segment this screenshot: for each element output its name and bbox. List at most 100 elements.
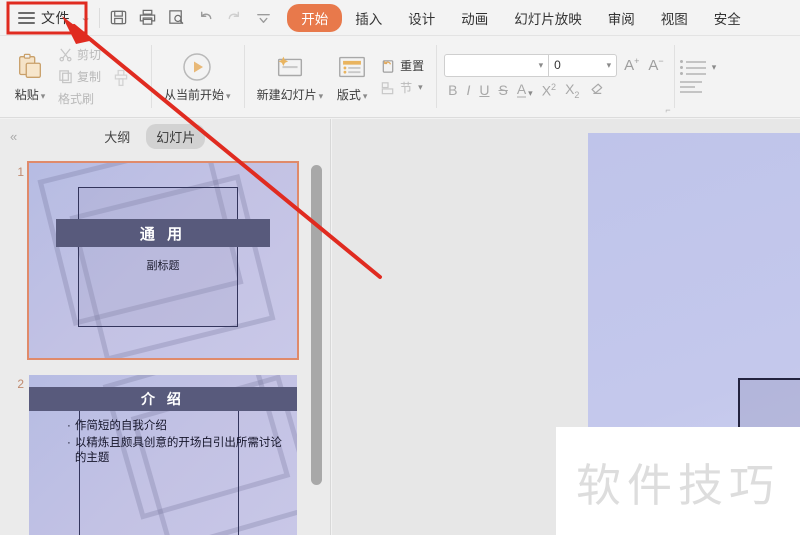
bullet-text: 以精炼且颇具创意的开场白引出所需讨论的主题	[74, 437, 282, 464]
font-size-input[interactable]: 0 ▾	[549, 53, 618, 77]
chevron-down-icon[interactable]: ⌄	[80, 11, 92, 24]
tab-view[interactable]: 视图	[648, 4, 701, 32]
save-icon[interactable]	[109, 8, 128, 27]
bullet-item: · 以精炼且颇具创意的开场白引出所需讨论的主题	[67, 436, 289, 465]
section-button[interactable]: 节 ▾	[375, 78, 429, 97]
bullet-marker: ·	[67, 437, 71, 450]
bullet-item: · 作简短的自我介绍	[67, 419, 289, 433]
font-size-chevron-icon[interactable]: ▾	[607, 60, 612, 71]
print-preview-icon[interactable]	[167, 8, 186, 27]
start-from-current-button[interactable]: 从当前开始 ▾	[158, 46, 237, 107]
slide-subtitle-1: 副标题	[146, 260, 180, 272]
font-name-chevron-icon[interactable]: ▾	[539, 60, 544, 71]
ribbon-group-font: ▾ 0 ▾ A+ A− B I U S A ▾ X2 X2 ⌐	[436, 36, 674, 117]
collapse-panel-button[interactable]: «	[10, 129, 17, 144]
thumbnail-row-1[interactable]: 1 通 用 副标题	[6, 161, 299, 360]
tab-animation[interactable]: 动画	[448, 4, 501, 32]
font-name-input[interactable]: ▾	[444, 53, 550, 77]
tab-insert[interactable]: 插入	[342, 4, 395, 32]
font-row-primary: ▾ 0 ▾ A+ A−	[444, 53, 666, 77]
watermark-text: 软件技巧	[575, 458, 780, 512]
font-row-format: B I U S A ▾ X2 X2	[444, 82, 666, 100]
top-tab-bar: 文件 ⌄ 开始 插入 设计 动画 幻灯片放映 审阅 视图 安全	[0, 0, 800, 36]
paste-button[interactable]: 粘贴 ▾	[7, 46, 53, 107]
clear-formatting-icon[interactable]	[588, 82, 604, 98]
slide-title-1: 通 用	[139, 225, 187, 243]
thumbnail-list: 1 通 用 副标题 2 介 绍 · 作简短的自我介绍 · 以精炼且颇具创意的开场…	[0, 153, 330, 535]
tab-security[interactable]: 安全	[701, 4, 754, 32]
slide-editing-area[interactable]: 软件技巧	[332, 119, 800, 535]
file-menu-label: 文件	[41, 9, 70, 26]
superscript-button[interactable]: X2	[542, 83, 556, 98]
bold-button[interactable]: B	[448, 83, 457, 97]
bullet-list-chevron-icon[interactable]: ▾	[712, 62, 717, 73]
panel-header: « 大纲 幻灯片	[0, 119, 330, 153]
slides-small-buttons: 重置 节 ▾	[375, 56, 429, 97]
thumbnail-row-2[interactable]: 2 介 绍 · 作简短的自我介绍 · 以精炼且颇具创意的开场白引出所需讨论的主题	[6, 375, 297, 535]
slide-bullets-2: · 作简短的自我介绍 · 以精炼且颇具创意的开场白引出所需讨论的主题	[67, 419, 289, 465]
bullet-list-button[interactable]: ▾	[679, 60, 717, 75]
section-icon	[381, 81, 394, 94]
play-circle-icon	[180, 50, 214, 84]
panel-scrollbar-thumb[interactable]	[311, 165, 322, 485]
align-left-button[interactable]	[679, 81, 717, 93]
slide-thumbnail-1[interactable]: 通 用 副标题	[27, 161, 299, 360]
subscript-button[interactable]: X2	[565, 82, 579, 100]
hamburger-menu-icon[interactable]	[18, 11, 35, 24]
toolbar-divider	[99, 7, 101, 28]
paste-icon	[15, 50, 45, 84]
strikethrough-button[interactable]: S	[498, 83, 507, 97]
watermark-overlay: 软件技巧	[556, 427, 800, 535]
title-banner: 通 用	[56, 219, 270, 247]
reset-button[interactable]: 重置	[375, 56, 429, 75]
bullet-list-icon	[679, 60, 706, 75]
ribbon-toolbar: 粘贴 ▾ 剪切 复制 格式刷 从当前开始 ▾ 新建幻灯片 ▾ 版式 ▾ 重置 节…	[0, 36, 800, 118]
file-menu-button[interactable]: 文件	[14, 6, 74, 30]
slide-number-1: 1	[17, 165, 24, 179]
slide-number-2: 2	[17, 377, 24, 391]
bullet-marker: ·	[67, 420, 71, 432]
scissors-icon	[59, 48, 72, 62]
layout-label: 版式 ▾	[336, 88, 368, 102]
new-slide-button[interactable]: 新建幻灯片 ▾	[251, 46, 330, 107]
tab-slides[interactable]: 幻灯片	[146, 123, 206, 149]
copy-icon	[59, 70, 72, 84]
layout-button[interactable]: 版式 ▾	[329, 46, 375, 107]
redo-icon[interactable]	[225, 8, 244, 27]
new-slide-icon	[273, 50, 307, 84]
wps-presentation-window: 文件 ⌄ 开始 插入 设计 动画 幻灯片放映 审阅 视图 安全 粘贴 ▾ 剪切 …	[0, 0, 800, 535]
title-banner: 介 绍	[29, 387, 297, 411]
panel-scrollbar-track[interactable]	[309, 153, 324, 535]
undo-icon[interactable]	[196, 8, 215, 27]
customize-quick-access-icon[interactable]	[254, 8, 273, 27]
ribbon-group-clipboard: 粘贴 ▾ 剪切 复制 格式刷	[0, 36, 151, 117]
tab-review[interactable]: 审阅	[595, 4, 648, 32]
align-left-icon	[679, 81, 717, 93]
bullet-text: 作简短的自我介绍	[74, 420, 167, 432]
panel-tab-list: 大纲 幻灯片	[94, 123, 206, 149]
tab-design[interactable]: 设计	[395, 4, 448, 32]
layout-icon	[336, 50, 368, 84]
underline-button[interactable]: U	[479, 83, 489, 97]
ribbon-group-slides: 新建幻灯片 ▾ 版式 ▾ 重置 节 ▾	[243, 36, 437, 117]
start-from-current-label: 从当前开始 ▾	[164, 88, 231, 102]
font-dialog-launcher[interactable]: ⌐	[665, 105, 670, 115]
format-painter-big-icon-wrap	[98, 56, 144, 98]
font-size-value: 0	[554, 58, 561, 73]
format-painter-icon	[107, 60, 135, 94]
decrease-font-size-button[interactable]: A−	[646, 56, 665, 74]
slide-title-2: 介 绍	[141, 391, 185, 407]
slide-thumbnail-2[interactable]: 介 绍 · 作简短的自我介绍 · 以精炼且颇具创意的开场白引出所需讨论的主题	[29, 375, 297, 535]
tab-home[interactable]: 开始	[287, 3, 343, 32]
font-color-button[interactable]: A ▾	[516, 82, 533, 99]
increase-font-size-button[interactable]: A+	[622, 56, 641, 74]
slide-thumbnail-panel: « 大纲 幻灯片 1 通 用 副标题 2 介 绍 · 作简短的自我介绍 · 以精…	[0, 119, 331, 535]
tab-slideshow[interactable]: 幻灯片放映	[501, 4, 595, 32]
new-slide-label: 新建幻灯片 ▾	[256, 88, 324, 102]
ribbon-tab-list: 开始 插入 设计 动画 幻灯片放映 审阅 视图 安全	[287, 3, 754, 32]
format-painter-label: 格式刷	[58, 92, 95, 106]
italic-button[interactable]: I	[466, 83, 470, 97]
tab-outline[interactable]: 大纲	[94, 124, 140, 149]
reset-icon	[382, 59, 394, 73]
print-icon[interactable]	[138, 8, 157, 27]
